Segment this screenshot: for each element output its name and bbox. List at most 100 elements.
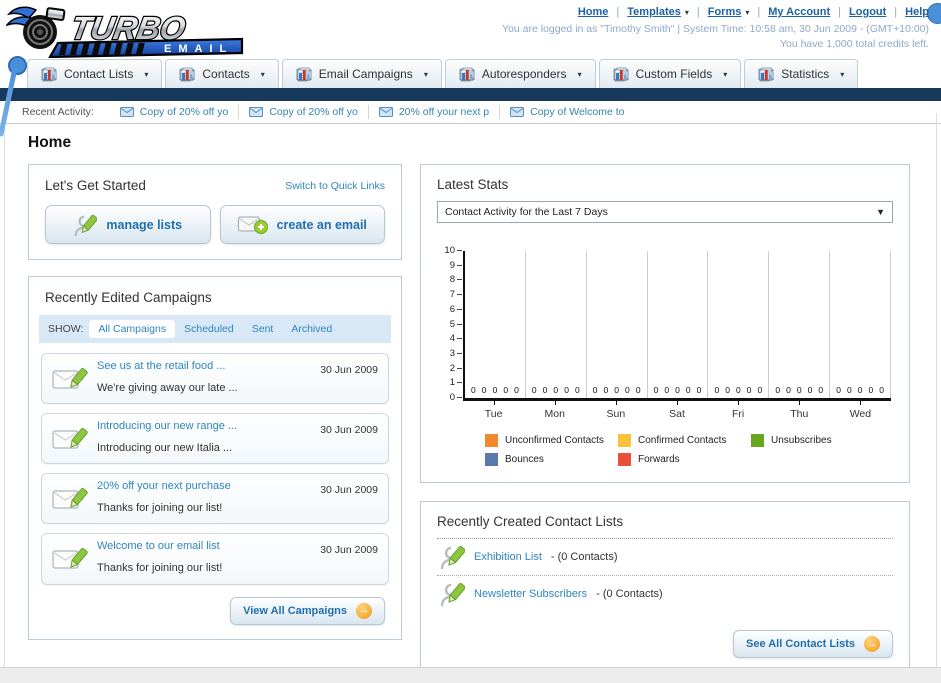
chevron-down-icon: ▾	[144, 69, 149, 79]
y-tick-label: 5	[449, 318, 463, 330]
recent-activity-item[interactable]: Copy of 20% off yo	[110, 105, 239, 119]
value-label: 0	[625, 385, 630, 395]
y-tick-label: 4	[449, 333, 463, 345]
recent-activity-item[interactable]: Copy of 20% off yo	[238, 105, 368, 119]
credits-status: You have 1,000 total credits left.	[779, 37, 929, 50]
value-label: 0	[685, 385, 691, 395]
legend-item: Bounces	[485, 453, 618, 466]
campaign-list-item[interactable]: See us at the retail food ... We're givi…	[41, 353, 389, 405]
latest-stats-panel: Latest Stats Contact Activity for the La…	[420, 164, 910, 483]
campaign-filter-tab[interactable]: Sent	[243, 320, 283, 338]
value-label: 0	[775, 385, 781, 395]
value-label: 0	[492, 385, 498, 395]
legend-label: Bounces	[505, 454, 544, 465]
contact-lists-panel: Recently Created Contact Lists Exhibitio…	[420, 501, 910, 675]
contact-list-item: Newsletter Subscribers - (0 Contacts)	[437, 576, 893, 612]
chart-legend: Unconfirmed Contacts Confirmed Contacts …	[485, 434, 895, 466]
stats-period-dropdown[interactable]: Contact Activity for the Last 7 Days ▼	[437, 201, 893, 223]
nav-tab[interactable]: Contacts ▾	[165, 59, 279, 88]
top-link[interactable]: Forms	[708, 6, 742, 18]
value-label: 0	[542, 385, 548, 395]
value-labels-row: 00000	[648, 385, 708, 395]
envelope-icon	[119, 107, 134, 117]
top-link-item: My Account	[749, 6, 830, 18]
person-pencil-icon	[440, 545, 465, 570]
campaign-filter-tab[interactable]: All Campaigns	[89, 320, 176, 338]
footer-strip	[0, 667, 941, 683]
chart-day-group: 00000	[769, 251, 831, 398]
campaign-filter-tab[interactable]: Scheduled	[175, 320, 243, 338]
chart-y-axis: 0 1 2 3 4 5 6 7 8 9 10	[437, 245, 463, 403]
nav-tab[interactable]: Contact Lists ▾	[27, 59, 163, 88]
value-label: 0	[553, 385, 559, 395]
create-email-label: create an email	[276, 217, 367, 232]
campaign-list: See us at the retail food ... We're givi…	[39, 353, 391, 585]
top-link[interactable]: Logout	[849, 6, 886, 18]
nav-tab-label: Autoresponders	[481, 67, 567, 81]
campaign-title-link[interactable]: 20% off your next purchase	[97, 479, 311, 495]
chevron-down-icon: ▾	[577, 69, 582, 79]
manage-lists-button[interactable]: manage lists	[45, 205, 211, 244]
top-link[interactable]: My Account	[768, 6, 830, 18]
campaign-list-item[interactable]: Welcome to our email list Thanks for joi…	[41, 533, 389, 585]
chart-day-group: 00000	[526, 251, 587, 398]
chart-day-group: 00000	[587, 251, 648, 398]
campaign-date: 30 Jun 2009	[320, 364, 378, 376]
x-tick-label: Thu	[769, 401, 830, 420]
top-link[interactable]: Help	[905, 6, 929, 18]
campaign-date: 30 Jun 2009	[320, 544, 378, 557]
value-labels-row: 00000	[465, 385, 525, 395]
decor-corner-circle	[927, 3, 941, 24]
campaign-filter-tab[interactable]: Archived	[282, 320, 341, 338]
top-link-item: Logout	[830, 6, 886, 18]
nav-tab-label: Custom Fields	[635, 67, 713, 81]
show-label: SHOW:	[48, 323, 84, 335]
value-label: 0	[868, 385, 874, 395]
x-tick-label: Tue	[463, 401, 524, 420]
header-right: Home Templates ▾ Forms ▾ My Accoun	[502, 6, 929, 51]
campaign-subtitle: Thanks for joining our list!	[97, 502, 223, 515]
campaign-title-link[interactable]: See us at the retail food ...	[97, 359, 311, 375]
envelope-pencil-icon	[52, 487, 88, 509]
create-email-button[interactable]: create an email	[219, 205, 385, 244]
value-label: 0	[471, 385, 476, 395]
value-label: 0	[818, 385, 824, 395]
main-nav: Contact Lists ▾ Contacts ▾ Email Campaig…	[0, 58, 941, 88]
contact-list-count: - (0 Contacts)	[596, 588, 663, 600]
view-all-campaigns-button[interactable]: View All Campaigns →	[230, 596, 385, 625]
turbocharger-icon	[6, 6, 66, 49]
value-label: 0	[503, 385, 509, 395]
y-tick-label: 0	[449, 392, 463, 403]
top-link[interactable]: Home	[578, 6, 609, 18]
value-label: 0	[846, 385, 852, 395]
recent-activity-item[interactable]: 20% off your next p	[367, 105, 499, 119]
contact-lists-title: Recently Created Contact Lists	[437, 514, 624, 529]
person-pencil-icon	[440, 582, 465, 607]
see-all-contact-lists-button[interactable]: See All Contact Lists →	[732, 630, 893, 658]
value-label: 0	[796, 385, 802, 395]
switch-quick-links-link[interactable]: Switch to Quick Links	[285, 180, 385, 192]
campaign-title-link[interactable]: Introducing our new range ...	[97, 419, 311, 435]
chart-day-group: 00000	[648, 251, 709, 398]
chart-day-group: 00000	[830, 251, 892, 398]
legend-label: Unsubscribes	[771, 435, 832, 446]
nav-tab[interactable]: Custom Fields ▾	[598, 59, 742, 88]
campaign-title-link[interactable]: Welcome to our email list	[97, 539, 311, 555]
value-label: 0	[725, 385, 730, 395]
nav-tab-label: Contacts	[202, 67, 250, 81]
nav-divider-bar	[0, 88, 941, 101]
contact-list-link[interactable]: Newsletter Subscribers	[474, 588, 587, 600]
contact-list-link[interactable]: Exhibition List	[474, 551, 542, 563]
campaign-subtitle: Introducing our new Italia ...	[97, 442, 233, 455]
recent-activity-text: Copy of Welcome to	[530, 106, 625, 118]
nav-tab[interactable]: Autoresponders ▾	[444, 59, 596, 88]
top-link[interactable]: Templates	[627, 6, 681, 18]
recent-activity-item[interactable]: Copy of Welcome to	[499, 105, 634, 119]
header: TURBO EMAIL Home | Templates ▾ | Forms ▾…	[0, 0, 941, 58]
campaign-list-item[interactable]: Introducing our new range ... Introducin…	[41, 413, 389, 465]
nav-tab[interactable]: Statistics ▾	[744, 59, 859, 88]
y-tick-label: 10	[444, 245, 462, 256]
value-label: 0	[714, 385, 720, 395]
nav-tab[interactable]: Email Campaigns ▾	[281, 59, 442, 88]
campaign-list-item[interactable]: 20% off your next purchase Thanks for jo…	[41, 473, 389, 525]
